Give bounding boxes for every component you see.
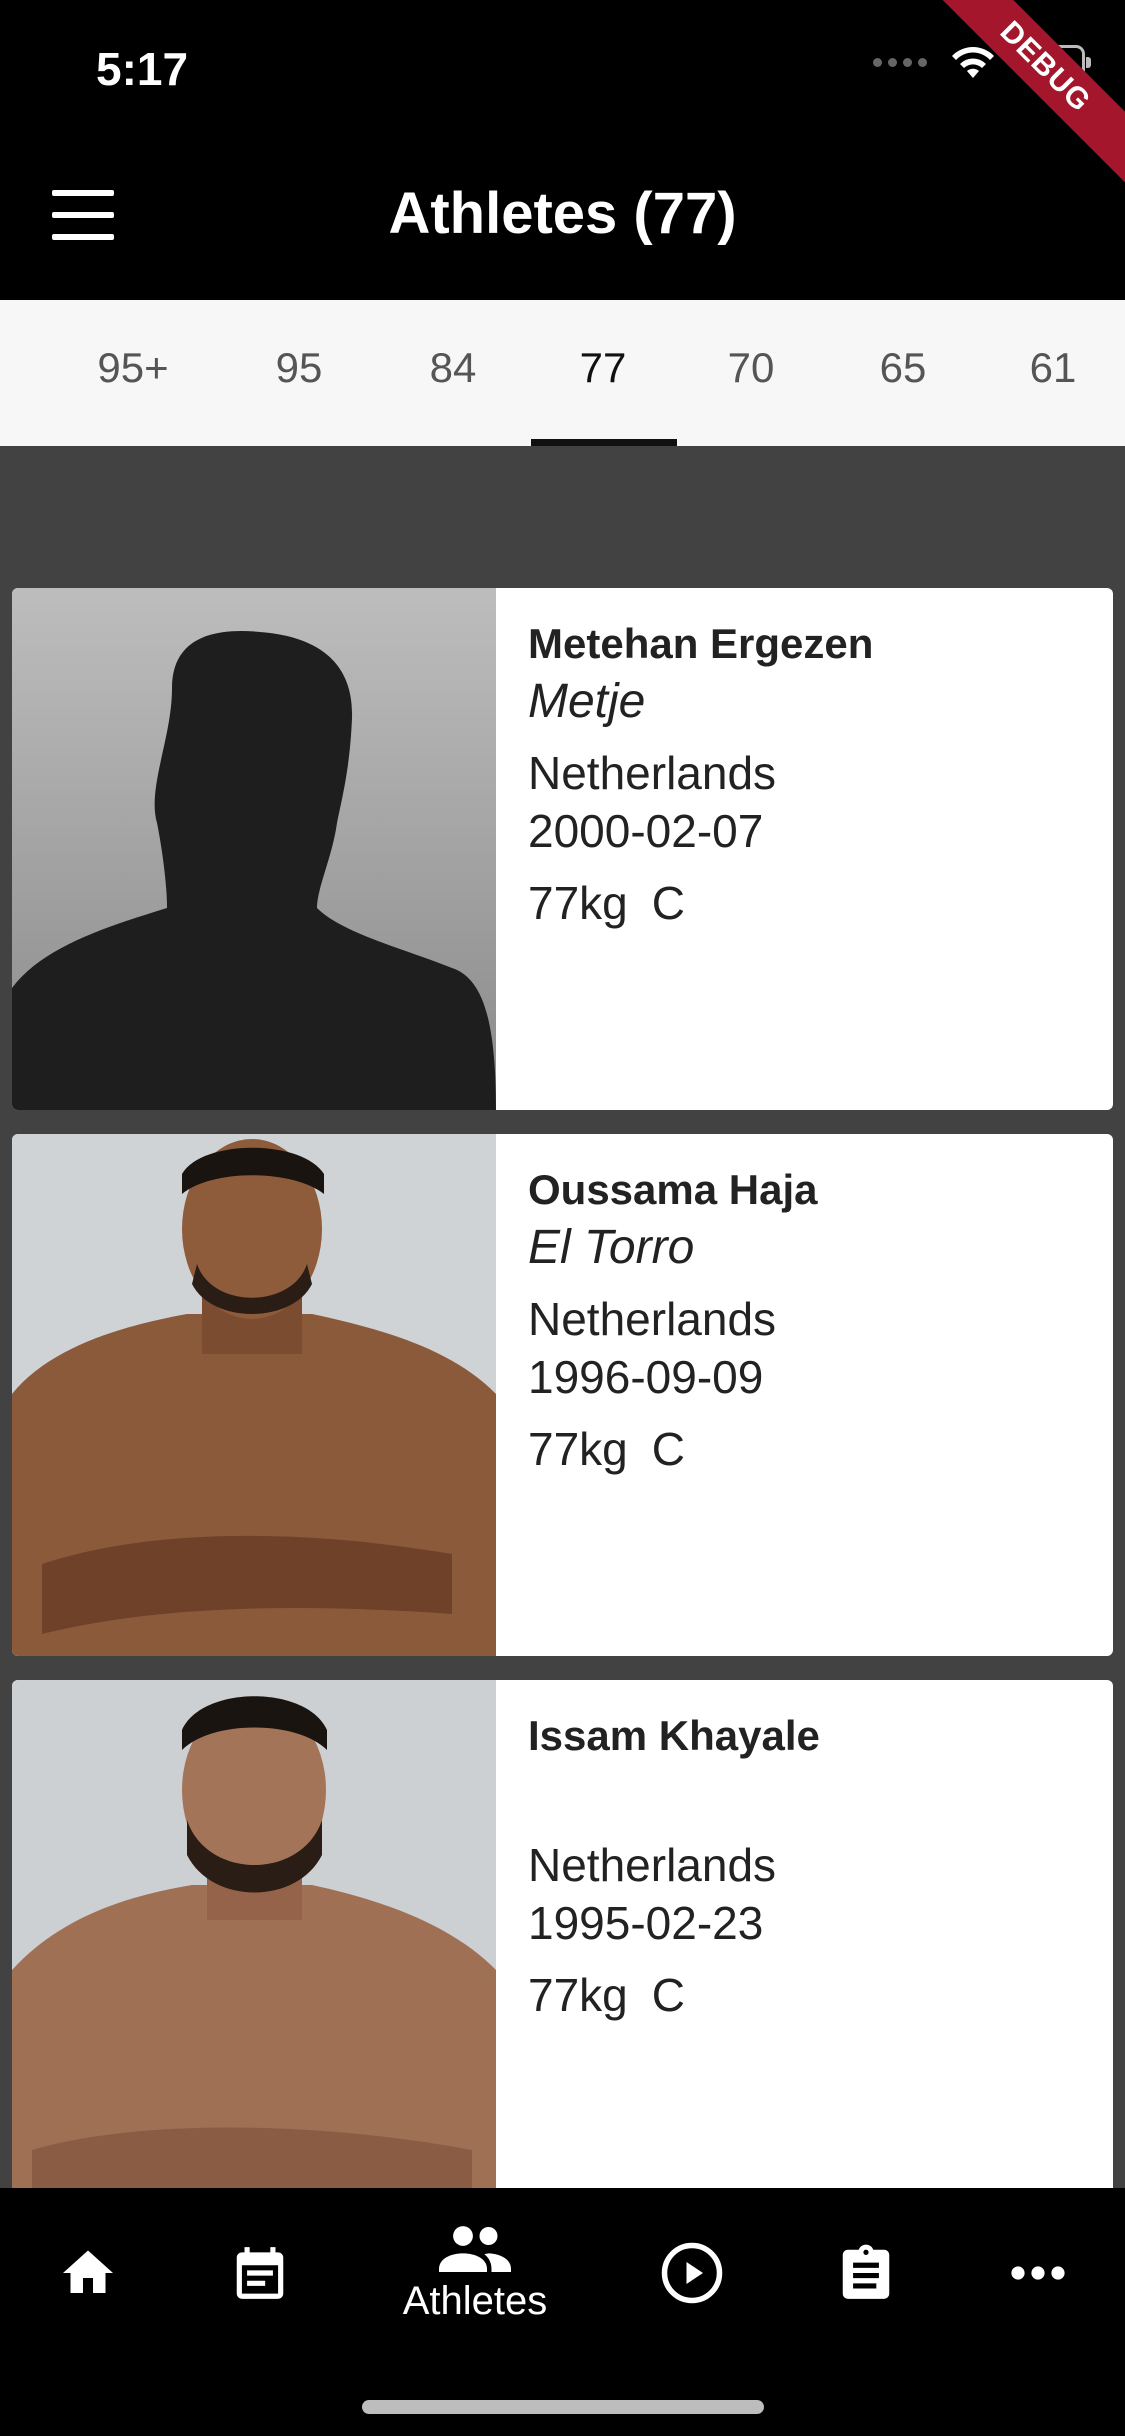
athlete-weight: 77kg	[528, 877, 628, 929]
athlete-class: C	[651, 1423, 685, 1475]
top-bar: 5:17 DEBUG Athletes (77)	[0, 0, 1125, 300]
athlete-name: Issam Khayale	[528, 1712, 820, 1759]
home-indicator	[362, 2400, 764, 2414]
tab-84[interactable]: 84	[380, 300, 526, 446]
athlete-weight: 77kg	[528, 1969, 628, 2021]
athlete-nickname: Metje	[528, 675, 646, 728]
athlete-country: Netherlands	[528, 1839, 777, 1891]
weight-class-tabs: 95+ 95 84 77 70 65 61	[0, 300, 1125, 446]
nav-results[interactable]	[778, 2188, 953, 2358]
athlete-dob: 1995-02-23	[528, 1897, 764, 1949]
tab-95[interactable]: 95	[226, 300, 372, 446]
signal-icon	[873, 57, 927, 67]
nav-schedule[interactable]	[172, 2188, 347, 2358]
athlete-info: Oussama Haja El Torro Netherlands 1996-0…	[528, 1162, 818, 1478]
debug-banner: DEBUG	[921, 0, 1125, 191]
athlete-meta: 77kg C	[528, 1966, 820, 2024]
athlete-photo	[12, 1680, 496, 2188]
nav-more[interactable]	[950, 2188, 1125, 2358]
athlete-dob: 1996-09-09	[528, 1351, 764, 1403]
nav-play[interactable]	[604, 2188, 779, 2358]
athlete-name: Oussama Haja	[528, 1166, 818, 1213]
schedule-icon	[236, 2247, 283, 2299]
status-time: 5:17	[96, 43, 189, 95]
athlete-class: C	[651, 1969, 685, 2021]
clipboard-icon	[842, 2244, 889, 2299]
more-horizontal-icon	[1010, 2266, 1065, 2280]
nav-home[interactable]	[0, 2188, 175, 2358]
athlete-country: Netherlands	[528, 1293, 777, 1345]
bottom-navigation: Athletes	[0, 2188, 1125, 2436]
nav-athletes[interactable]: Athletes	[387, 2188, 563, 2358]
tab-70[interactable]: 70	[678, 300, 824, 446]
athlete-card[interactable]: Issam Khayale Netherlands 1995-02-23 77k…	[12, 1680, 1113, 2188]
athlete-meta: 77kg C	[528, 874, 873, 932]
athlete-photo-placeholder	[12, 588, 496, 1110]
athlete-info: Issam Khayale Netherlands 1995-02-23 77k…	[528, 1708, 820, 2024]
tab-95-plus[interactable]: 95+	[60, 300, 206, 446]
tab-65[interactable]: 65	[830, 300, 976, 446]
athlete-photo	[12, 1134, 496, 1656]
tab-61[interactable]: 61	[980, 300, 1125, 446]
page-title: Athletes (77)	[388, 181, 737, 246]
wifi-icon	[952, 47, 994, 78]
people-icon	[439, 2225, 511, 2272]
play-circle-icon	[661, 2242, 722, 2304]
athlete-country: Netherlands	[528, 747, 777, 799]
athlete-card[interactable]: Metehan Ergezen Metje Netherlands 2000-0…	[12, 588, 1113, 1110]
home-icon	[62, 2250, 113, 2293]
athlete-nickname: El Torro	[528, 1221, 695, 1274]
athlete-list[interactable]: Metehan Ergezen Metje Netherlands 2000-0…	[0, 446, 1125, 2188]
athlete-card[interactable]: Oussama Haja El Torro Netherlands 1996-0…	[12, 1134, 1113, 1656]
athlete-info: Metehan Ergezen Metje Netherlands 2000-0…	[528, 616, 873, 932]
athlete-nickname	[528, 1764, 820, 1824]
nav-athletes-label: Athletes	[402, 2278, 548, 2323]
athlete-class: C	[651, 877, 685, 929]
athlete-weight: 77kg	[528, 1423, 628, 1475]
active-tab-indicator	[531, 439, 677, 446]
tab-77[interactable]: 77	[530, 300, 676, 446]
athlete-meta: 77kg C	[528, 1420, 818, 1478]
athlete-dob: 2000-02-07	[528, 805, 764, 857]
athlete-name: Metehan Ergezen	[528, 620, 874, 667]
